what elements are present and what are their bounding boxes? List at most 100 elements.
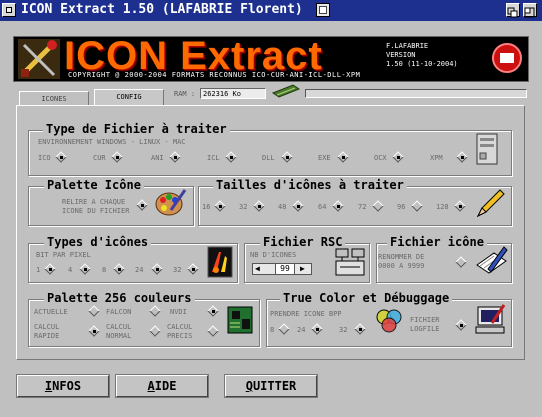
bpp-label-8: 8: [102, 266, 107, 274]
memory-chip-icon: [271, 84, 301, 98]
mail-icon[interactable]: [492, 43, 522, 73]
radio-size-48[interactable]: [293, 201, 304, 212]
aide-button-hotkey: A: [147, 379, 155, 393]
ram-usage-bar: [305, 89, 527, 98]
radio-size-128[interactable]: [455, 201, 466, 212]
radio-tc-bpp-32[interactable]: [355, 324, 366, 335]
radio-size-16[interactable]: [215, 201, 226, 212]
decrement-arrow-icon[interactable]: ◀: [255, 264, 260, 274]
radio-calc-normal[interactable]: [150, 326, 161, 337]
tc-bpp-label-8: 8: [270, 326, 275, 334]
radio-ocx[interactable]: [393, 152, 404, 163]
infos-button[interactable]: INFOS: [17, 375, 109, 397]
radio-bpp-4[interactable]: [80, 264, 91, 275]
radio-size-96[interactable]: [412, 201, 423, 212]
quitter-button-label: UITTER: [252, 379, 297, 393]
window-title: ICON Extract 1.50 (LAFABRIE Florent): [21, 2, 303, 17]
option-label-ocx: OCX: [374, 154, 387, 162]
depth-icon: [507, 7, 518, 18]
radio-xpm[interactable]: [457, 152, 468, 163]
zoom-button[interactable]: [523, 3, 537, 18]
logfile-label1: FICHIER: [410, 316, 440, 324]
rsc-file-title: Fichier RSC: [260, 235, 346, 249]
banner-version-label: VERSION: [386, 51, 416, 59]
logfile-label2: LOGFILE: [410, 325, 440, 333]
bpp-label-32: 32: [173, 266, 182, 274]
icon-file-text2: 0000 A 9999: [378, 262, 425, 270]
circuit-board-icon: [227, 306, 253, 334]
size-label-48: 48: [278, 203, 287, 211]
size-label-64: 64: [318, 203, 327, 211]
radio-calc-precise[interactable]: [208, 326, 219, 337]
depth-button[interactable]: [506, 3, 520, 18]
ram-label: RAM :: [174, 90, 196, 98]
file-type-group: [28, 130, 512, 176]
rocket-image-icon: [207, 246, 233, 278]
tab-config[interactable]: CONFIG: [94, 89, 164, 106]
tools-icon: [18, 39, 60, 79]
calc-fast-label2: RAPIDE: [34, 332, 60, 340]
calc-precise-label1: CALCUL: [167, 323, 193, 331]
paint-palette-icon: [155, 189, 187, 216]
option-label-dll: DLL: [262, 154, 275, 162]
size-label-32: 32: [239, 203, 248, 211]
radio-calc-fast[interactable]: [89, 326, 100, 337]
icon-types-subtitle: BIT PAR PIXEL: [36, 251, 91, 259]
radio-bpp-32[interactable]: [188, 264, 199, 275]
radio-tc-bpp-24[interactable]: [312, 324, 323, 335]
radio-bpp-24[interactable]: [152, 264, 163, 275]
file-type-title: Type de Fichier à traiter: [43, 122, 230, 136]
truecolor-title: True Color et Débuggage: [280, 291, 453, 305]
bpp-label-24: 24: [135, 266, 144, 274]
tc-bpp-label-24: 24: [297, 326, 306, 334]
palette256-title: Palette 256 couleurs: [44, 291, 195, 305]
radio-size-72[interactable]: [373, 201, 384, 212]
radio-logfile[interactable]: [456, 320, 467, 331]
banner-version: 1.50 (11-10-2004): [386, 60, 458, 68]
size-label-96: 96: [397, 203, 406, 211]
title-bar[interactable]: ICON Extract 1.50 (LAFABRIE Florent): [0, 0, 542, 21]
radio-palette-falcon[interactable]: [150, 306, 161, 317]
radio-dll[interactable]: [282, 152, 293, 163]
aide-button[interactable]: AIDE: [116, 375, 208, 397]
size-label-72: 72: [358, 203, 367, 211]
icon-count-stepper[interactable]: ◀ 99 ▶: [252, 263, 312, 275]
radio-ico[interactable]: [56, 152, 67, 163]
iconify-button[interactable]: [316, 3, 330, 17]
icon-count-value[interactable]: 99: [275, 264, 295, 274]
calc-precise-label2: PRECIS: [167, 332, 193, 340]
radio-size-64[interactable]: [333, 201, 344, 212]
size-label-128: 128: [436, 203, 449, 211]
radio-bpp-1[interactable]: [45, 264, 56, 275]
main-window: ICON Extract 1.50 (LAFABRIE Florent) ICO…: [0, 0, 542, 417]
quitter-button[interactable]: QUITTER: [225, 375, 317, 397]
radio-ani[interactable]: [170, 152, 181, 163]
increment-arrow-icon[interactable]: ▶: [300, 264, 305, 274]
radio-bpp-8[interactable]: [114, 264, 125, 275]
radio-palette-actuelle[interactable]: [89, 306, 100, 317]
radio-palette-nvdi[interactable]: [208, 306, 219, 317]
radio-reload-palette[interactable]: [137, 200, 148, 211]
app-banner: ICON Extract COPYRIGHT @ 2000-2004 FORMA…: [13, 34, 529, 82]
option-label-ico: ICO: [38, 154, 51, 162]
radio-tc-bpp-8[interactable]: [279, 324, 290, 335]
radio-exe[interactable]: [338, 152, 349, 163]
banner-copyright: COPYRIGHT @ 2000-2004 FORMATS RECONNUS I…: [68, 71, 361, 79]
radio-size-32[interactable]: [254, 201, 265, 212]
resource-tree-icon: [335, 248, 365, 276]
palette-label-actuelle: ACTUELLE: [34, 308, 68, 316]
bpp-label-4: 4: [68, 266, 73, 274]
close-button[interactable]: [2, 3, 16, 17]
radio-rename-files[interactable]: [456, 257, 467, 268]
rsc-file-subtitle: NB D'ICONES: [250, 251, 297, 259]
palette-label-nvdi: NVDI: [170, 308, 187, 316]
icon-types-title: Types d'icônes: [44, 235, 152, 249]
radio-icl[interactable]: [226, 152, 237, 163]
color-drops-icon: [376, 309, 402, 333]
computer-debug-icon: [475, 304, 506, 334]
pencil-icon: [476, 189, 505, 218]
option-label-ani: ANI: [151, 154, 164, 162]
radio-cur[interactable]: [112, 152, 123, 163]
tab-icones[interactable]: ICONES: [19, 91, 89, 106]
option-label-icl: ICL: [207, 154, 220, 162]
